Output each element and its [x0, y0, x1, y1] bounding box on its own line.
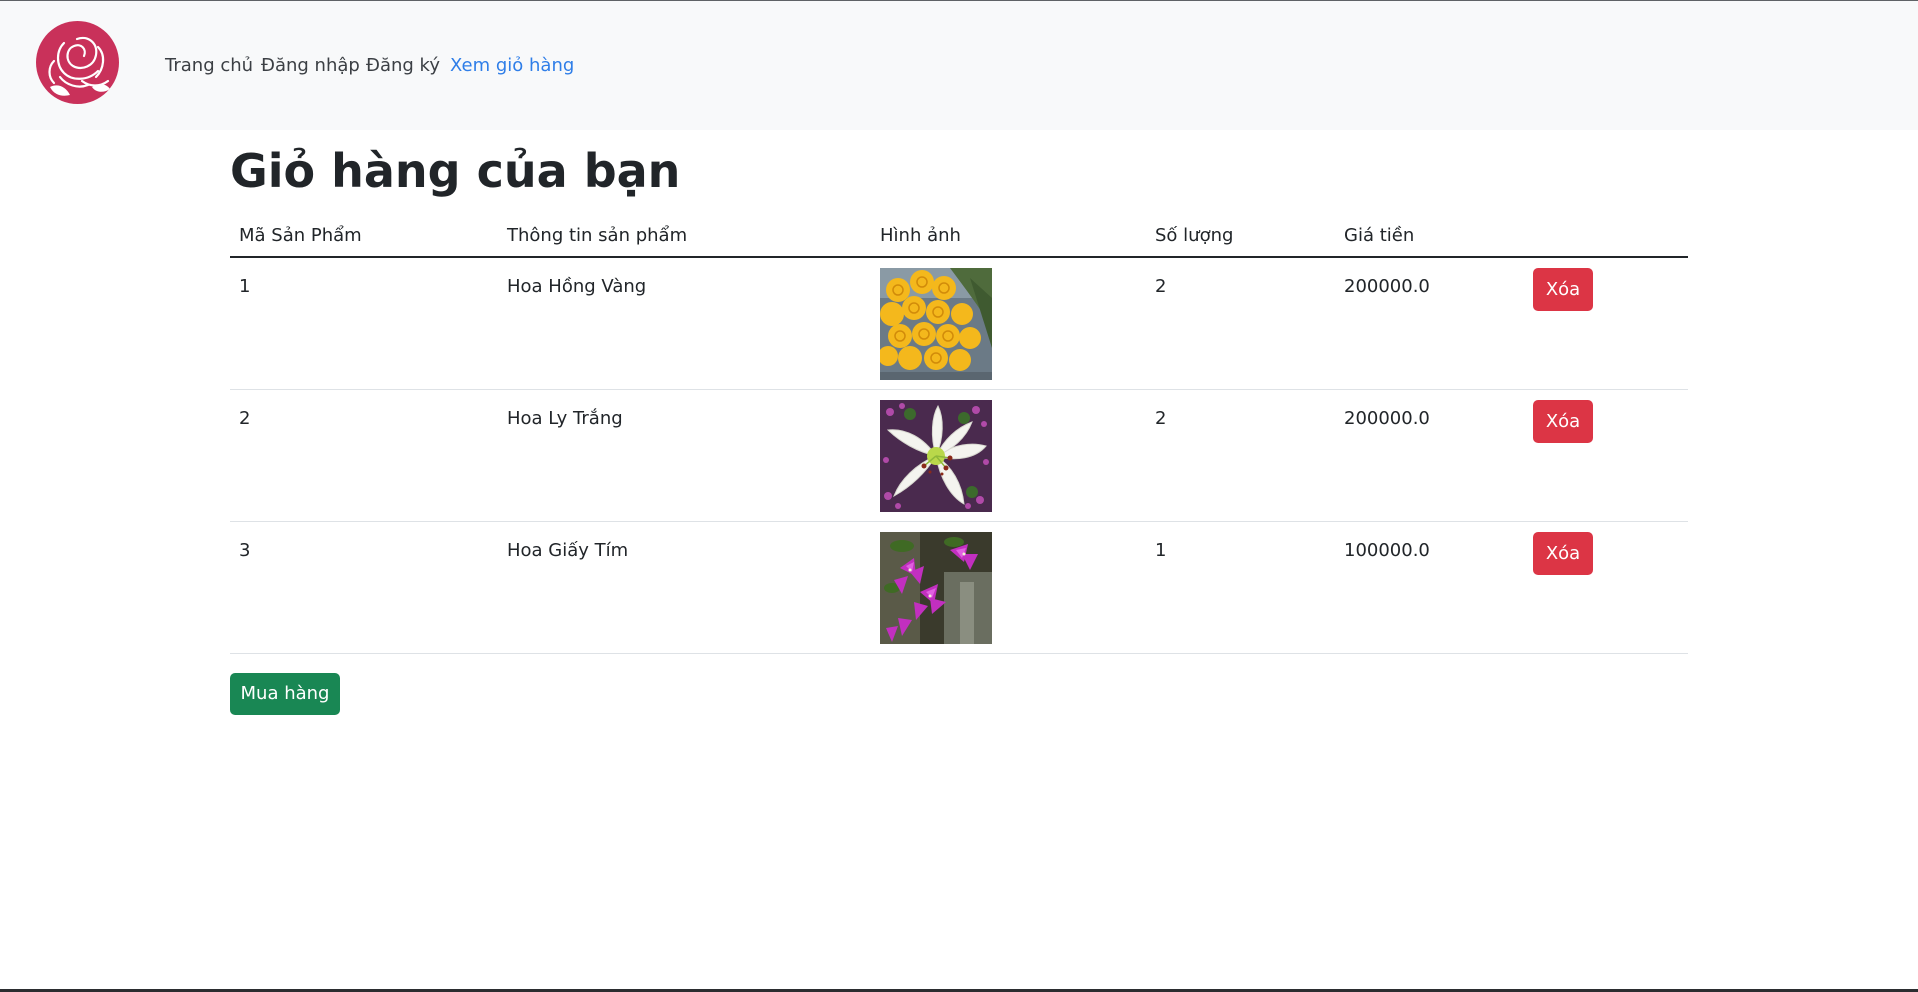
page: Trang chủ Đăng nhập Đăng ký Xem giỏ hàng…: [0, 0, 1918, 992]
product-id: 1: [239, 276, 251, 297]
yellow-roses-image: [880, 268, 992, 380]
product-id: 2: [239, 408, 251, 429]
header-quantity: Số lượng: [1155, 225, 1234, 246]
product-id: 3: [239, 540, 251, 561]
product-price: 200000.0: [1344, 408, 1430, 429]
product-price: 100000.0: [1344, 540, 1430, 561]
table-row: 2 Hoa Ly Trắng 2 200000.0 Xóa: [230, 390, 1688, 522]
delete-button[interactable]: Xóa: [1533, 268, 1593, 311]
buy-button[interactable]: Mua hàng: [230, 673, 340, 715]
table-row: 3 Hoa Giấy Tím 1 100000.0 Xóa: [230, 522, 1688, 654]
table-header: Mã Sản Phẩm Thông tin sản phẩm Hình ảnh …: [230, 216, 1688, 258]
nav-link-home[interactable]: Trang chủ: [165, 55, 253, 77]
product-quantity: 2: [1155, 276, 1167, 297]
product-quantity: 1: [1155, 540, 1167, 561]
table-row: 1 Hoa Hồng Vàng 2 200000.0 Xóa: [230, 258, 1688, 390]
page-title: Giỏ hàng của bạn: [230, 144, 681, 198]
header-product-info: Thông tin sản phẩm: [507, 225, 688, 246]
nav-link-login[interactable]: Đăng nhập: [261, 55, 360, 77]
rose-logo-icon[interactable]: [36, 21, 119, 104]
white-lily-image: [880, 400, 992, 512]
product-price: 200000.0: [1344, 276, 1430, 297]
navbar: Trang chủ Đăng nhập Đăng ký Xem giỏ hàng: [0, 1, 1918, 130]
nav-link-cart[interactable]: Xem giỏ hàng: [450, 55, 574, 77]
nav-link-signup[interactable]: Đăng ký: [366, 55, 440, 77]
delete-button[interactable]: Xóa: [1533, 532, 1593, 575]
product-name: Hoa Ly Trắng: [507, 408, 623, 429]
header-product-id: Mã Sản Phẩm: [239, 225, 362, 246]
product-quantity: 2: [1155, 408, 1167, 429]
product-name: Hoa Hồng Vàng: [507, 276, 647, 297]
delete-button[interactable]: Xóa: [1533, 400, 1593, 443]
purple-bougainvillea-image: [880, 532, 992, 644]
header-price: Giá tiền: [1344, 225, 1415, 246]
product-name: Hoa Giấy Tím: [507, 540, 629, 561]
cart-table: Mã Sản Phẩm Thông tin sản phẩm Hình ảnh …: [230, 216, 1688, 654]
header-image: Hình ảnh: [880, 225, 961, 246]
